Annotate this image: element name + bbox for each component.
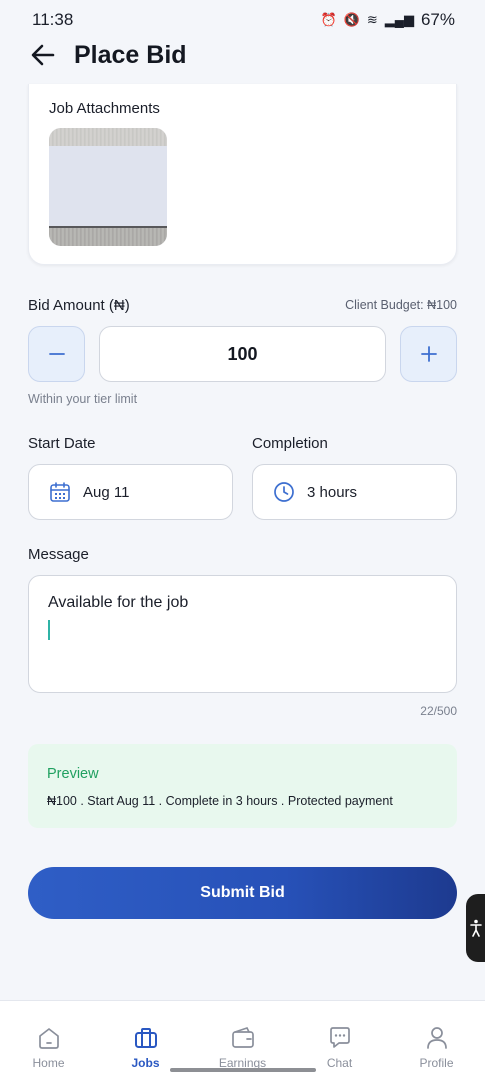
wallet-icon xyxy=(231,1026,254,1048)
nav-item-home[interactable]: Home xyxy=(0,1001,97,1080)
clock-icon xyxy=(274,482,294,502)
page-title: Place Bid xyxy=(74,40,187,69)
client-budget: Client Budget: ₦100 xyxy=(345,298,457,312)
chat-icon xyxy=(329,1027,350,1048)
message-textarea[interactable]: Available for the job xyxy=(28,575,457,693)
text-cursor xyxy=(48,620,50,640)
app-header: Place Bid xyxy=(0,38,485,72)
signal-icon: ▂▄▆ xyxy=(384,12,414,27)
start-date-field[interactable]: Aug 11 xyxy=(28,464,233,520)
wifi-icon: ≋ xyxy=(366,12,378,27)
nav-label-chat: Chat xyxy=(326,1056,353,1070)
message-text: Available for the job xyxy=(48,594,189,611)
minus-icon xyxy=(48,353,65,355)
status-bar: 11:38 ⏰ 🔇 ≋ ▂▄▆ 67% xyxy=(0,0,485,40)
plus-icon xyxy=(420,346,437,362)
arrow-left-icon xyxy=(31,44,55,66)
start-date-label: Start Date xyxy=(28,435,96,452)
message-label: Message xyxy=(28,546,89,563)
nav-label-profile: Profile xyxy=(419,1056,454,1070)
bid-amount-label: Bid Amount (₦) xyxy=(28,297,130,314)
nav-label-home: Home xyxy=(32,1056,65,1070)
decrease-bid-button[interactable] xyxy=(28,326,85,382)
nav-item-profile[interactable]: Profile xyxy=(388,1001,485,1080)
accessibility-button[interactable] xyxy=(466,894,485,962)
bid-preview: Preview ₦100 . Start Aug 11 . Complete i… xyxy=(28,744,457,828)
status-icons: ⏰ 🔇 ≋ ▂▄▆ 67% xyxy=(320,10,455,30)
nav-label-jobs: Jobs xyxy=(131,1056,160,1070)
completion-field[interactable]: 3 hours xyxy=(252,464,457,520)
completion-value: 3 hours xyxy=(307,483,358,501)
home-indicator xyxy=(170,1068,316,1072)
tier-limit-hint: Within your tier limit xyxy=(28,392,138,406)
attachments-card: Job Attachments xyxy=(28,84,457,265)
bid-amount-input[interactable]: 100 xyxy=(99,326,386,382)
attachment-thumbnail[interactable] xyxy=(49,128,167,246)
message-char-counter: 22/500 xyxy=(420,704,457,718)
briefcase-icon xyxy=(134,1028,157,1048)
submit-bid-button[interactable]: Submit Bid xyxy=(28,867,457,919)
completion-label: Completion xyxy=(252,435,328,452)
profile-icon xyxy=(426,1027,447,1049)
home-icon xyxy=(38,1028,59,1049)
preview-summary: ₦100 . Start Aug 11 . Complete in 3 hour… xyxy=(47,794,393,808)
accessibility-icon xyxy=(469,919,482,937)
status-time: 11:38 xyxy=(32,10,74,29)
attachments-label: Job Attachments xyxy=(49,100,160,117)
start-date-value: Aug 11 xyxy=(83,483,130,501)
preview-title: Preview xyxy=(47,766,99,782)
calendar-icon xyxy=(50,482,70,502)
alarm-icon: ⏰ xyxy=(320,12,337,27)
mute-icon: 🔇 xyxy=(343,12,360,27)
back-button[interactable] xyxy=(28,40,58,70)
battery-level: 67% xyxy=(420,10,455,29)
increase-bid-button[interactable] xyxy=(400,326,457,382)
